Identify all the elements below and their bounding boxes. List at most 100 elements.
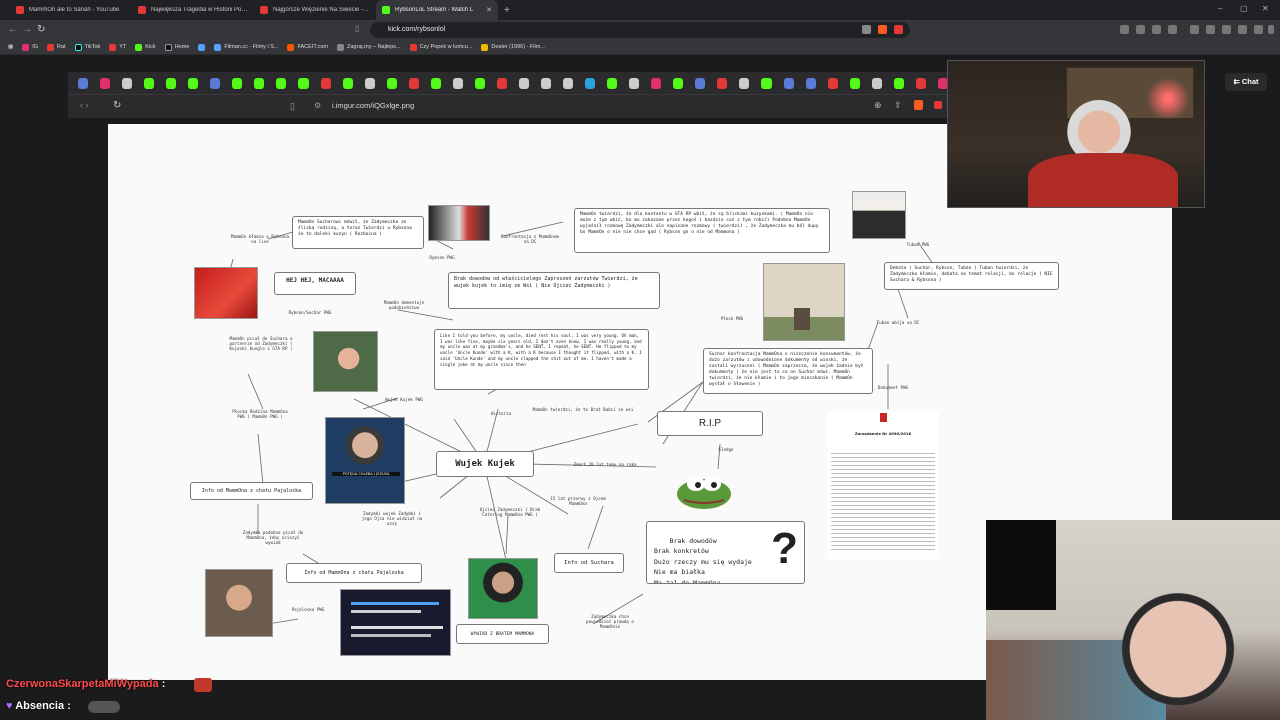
download-icon[interactable] — [1222, 25, 1231, 34]
instagram-icon — [22, 43, 30, 51]
box-info-pajaka-1: Info od MammOna z chatu Pajaloska — [190, 482, 313, 500]
chat-button-label: Chat — [1241, 77, 1259, 86]
label-prawde: Zadymeczka chce powiedzieć prawdę o Mamm… — [586, 614, 634, 629]
url-input[interactable]: kick.com/rybsonlol — [370, 22, 910, 38]
brak-dowodow-text: Brak dowodów Brak konkretów Dużo rzeczy … — [654, 536, 752, 584]
gazette-document: Zarządzenie Nr 4090/2016 — [827, 411, 939, 559]
stream-tab-favicon-icon — [122, 77, 133, 89]
tshirt-text: POTĘGA CHLEBA I JEZUSA — [332, 472, 400, 476]
building-door — [794, 308, 810, 330]
bookmark-page-icon[interactable]: ▯ — [355, 24, 359, 33]
bookmark-kick[interactable]: Kick — [135, 43, 156, 51]
bookmark-label: IG — [32, 44, 39, 50]
new-tab-button[interactable]: + — [504, 5, 510, 16]
bookmark-tiktok[interactable]: TikTok — [74, 43, 100, 51]
label-zmarl-20-lat: Zmarł 20 lat temu na raka — [573, 462, 637, 467]
label-konfrontacja-dc: Konfrontacja z MammOnem na DC — [501, 234, 559, 244]
extension-icon[interactable] — [1120, 25, 1129, 34]
box-debata: Debata ( Suchar, Rybson, Tuban ) Tuban t… — [884, 262, 1059, 290]
stream-tab-favicon-icon — [695, 77, 706, 89]
wallet-icon[interactable] — [1238, 25, 1247, 34]
bookmark-label: Czy Popek w końcu... — [419, 44, 473, 50]
pepe-frog-image — [677, 477, 731, 509]
box-hej-hej: HEJ HEJ, MACAAAA — [274, 272, 356, 295]
stream-tab-favicon-icon — [78, 77, 89, 89]
tab-title: MammOn ale to Sanah - YouTube — [29, 7, 120, 13]
stream-address-bar: ‹ › ↻ ▯ ⚙ i.imgur.com/iQGxlge.png ⊕ ⇪ — [68, 94, 948, 118]
photo-man-screaming — [194, 267, 258, 319]
tab-1[interactable]: Największa Tragedia w Historii Polski — [132, 0, 254, 20]
stream-tab-favicon-icon — [651, 77, 662, 89]
stream-tab-favicon-icon — [563, 77, 574, 89]
maximize-icon[interactable]: ▢ — [1240, 4, 1248, 13]
stream-tab-favicon-icon — [364, 77, 375, 89]
chat-toggle-button[interactable]: ⇇ Chat — [1225, 73, 1267, 91]
stream-tab-favicon-icon — [408, 77, 419, 89]
stream-zoom-icon: ⊕ — [874, 100, 882, 110]
bookmark-label: Dealer (1996) - Film... — [491, 44, 545, 50]
gazette-body-lines — [831, 453, 935, 553]
emblem-icon — [880, 413, 887, 422]
chat-message-2: ♥ Absencia : — [6, 700, 120, 713]
stream-tab-favicon-icon — [320, 77, 331, 89]
film-icon — [481, 43, 489, 51]
media-icon[interactable] — [1190, 25, 1199, 34]
stream-page-info-icon: ⚙ — [314, 101, 322, 110]
brave-rewards-icon[interactable] — [894, 25, 903, 34]
chat-emote-icon — [194, 678, 212, 692]
tab-0[interactable]: MammOn ale to Sanah - YouTube — [10, 0, 132, 20]
stream-tab-favicon-icon — [452, 77, 463, 89]
tab-2[interactable]: Najgorsze Więzienie Na Świecie - Yo — [254, 0, 376, 20]
label-kłamie-live: MammOn kłamie o Rybsona na live — [231, 234, 289, 244]
extension-icon[interactable] — [1168, 25, 1177, 34]
filman-icon — [214, 43, 222, 51]
tab-3-active[interactable]: RybsonLoL Stream - Watch L ✕ — [376, 0, 498, 20]
bookmark-yt[interactable]: YT — [109, 43, 126, 51]
bookmark-popek[interactable]: Czy Popek w końcu... — [409, 43, 473, 51]
photo-apartment-building — [763, 263, 845, 341]
kick-icon — [135, 43, 143, 51]
sidebar-icon[interactable] — [1206, 25, 1215, 34]
x-icon — [164, 43, 172, 51]
bookmark-ig[interactable]: IG — [22, 43, 39, 51]
bookmark-zagraj[interactable]: Zagraj.my – Najleps... — [337, 43, 401, 51]
bookmark-rat[interactable]: Rat — [47, 43, 66, 51]
box-wywiad: WYWIAD Z BRATEM MAMMONA — [456, 624, 549, 644]
apps-icon[interactable]: ▦ — [8, 44, 13, 50]
bookmark-dealer[interactable]: Dealer (1996) - Film... — [481, 43, 545, 51]
heart-icon: ♥ — [6, 700, 13, 712]
stream-tab-favicon-icon — [585, 77, 596, 89]
share-icon[interactable] — [862, 25, 871, 34]
label-pisal-do-suchara: MammOn pisał do Suchara o partnerze od Z… — [229, 336, 293, 351]
chat-line-bar — [351, 610, 421, 613]
chat-emote-icon — [88, 701, 120, 713]
label-dokument-pwg: Dokument PWG — [877, 385, 909, 390]
extension-icon[interactable] — [1152, 25, 1161, 34]
forward-icon[interactable]: → — [22, 24, 32, 35]
globe-icon — [337, 43, 345, 51]
minimize-icon[interactable]: – — [1218, 4, 1222, 13]
bookmark-filman[interactable]: Filman.cc - Filmy i S... — [214, 43, 278, 51]
bookmark-unnamed[interactable] — [198, 43, 206, 51]
stream-tab-favicon-icon — [100, 77, 111, 89]
bookmark-label: FACEIT.com — [297, 44, 329, 50]
bookmark-faceit[interactable]: FACEIT.com — [287, 43, 329, 51]
stream-url-text: i.imgur.com/iQGxlge.png — [332, 101, 415, 110]
reload-icon[interactable]: ↻ — [37, 24, 45, 35]
stream-tab-favicon-icon — [210, 77, 221, 89]
extension-icon[interactable] — [1136, 25, 1145, 34]
close-tab-icon[interactable]: ✕ — [486, 6, 492, 14]
stream-tab-favicon-icon — [430, 77, 441, 89]
vpn-icon[interactable] — [1254, 25, 1263, 34]
box-brak-dowodow-top: Brak dowodów od właścicielego Zaproszeń … — [448, 272, 660, 309]
brave-shield-icon[interactable] — [878, 25, 887, 34]
stream-tab-favicon-icon — [166, 77, 177, 89]
stream-brave-icon — [914, 100, 923, 110]
stream-tab-favicon-icon — [915, 77, 926, 89]
bookmark-label: Home — [174, 44, 190, 50]
back-icon[interactable]: ← — [8, 24, 18, 35]
menu-icon[interactable] — [1268, 25, 1274, 34]
tab-title: RybsonLoL Stream - Watch L — [395, 7, 474, 13]
close-window-icon[interactable]: ✕ — [1262, 4, 1269, 13]
bookmark-home[interactable]: Home — [164, 43, 190, 51]
